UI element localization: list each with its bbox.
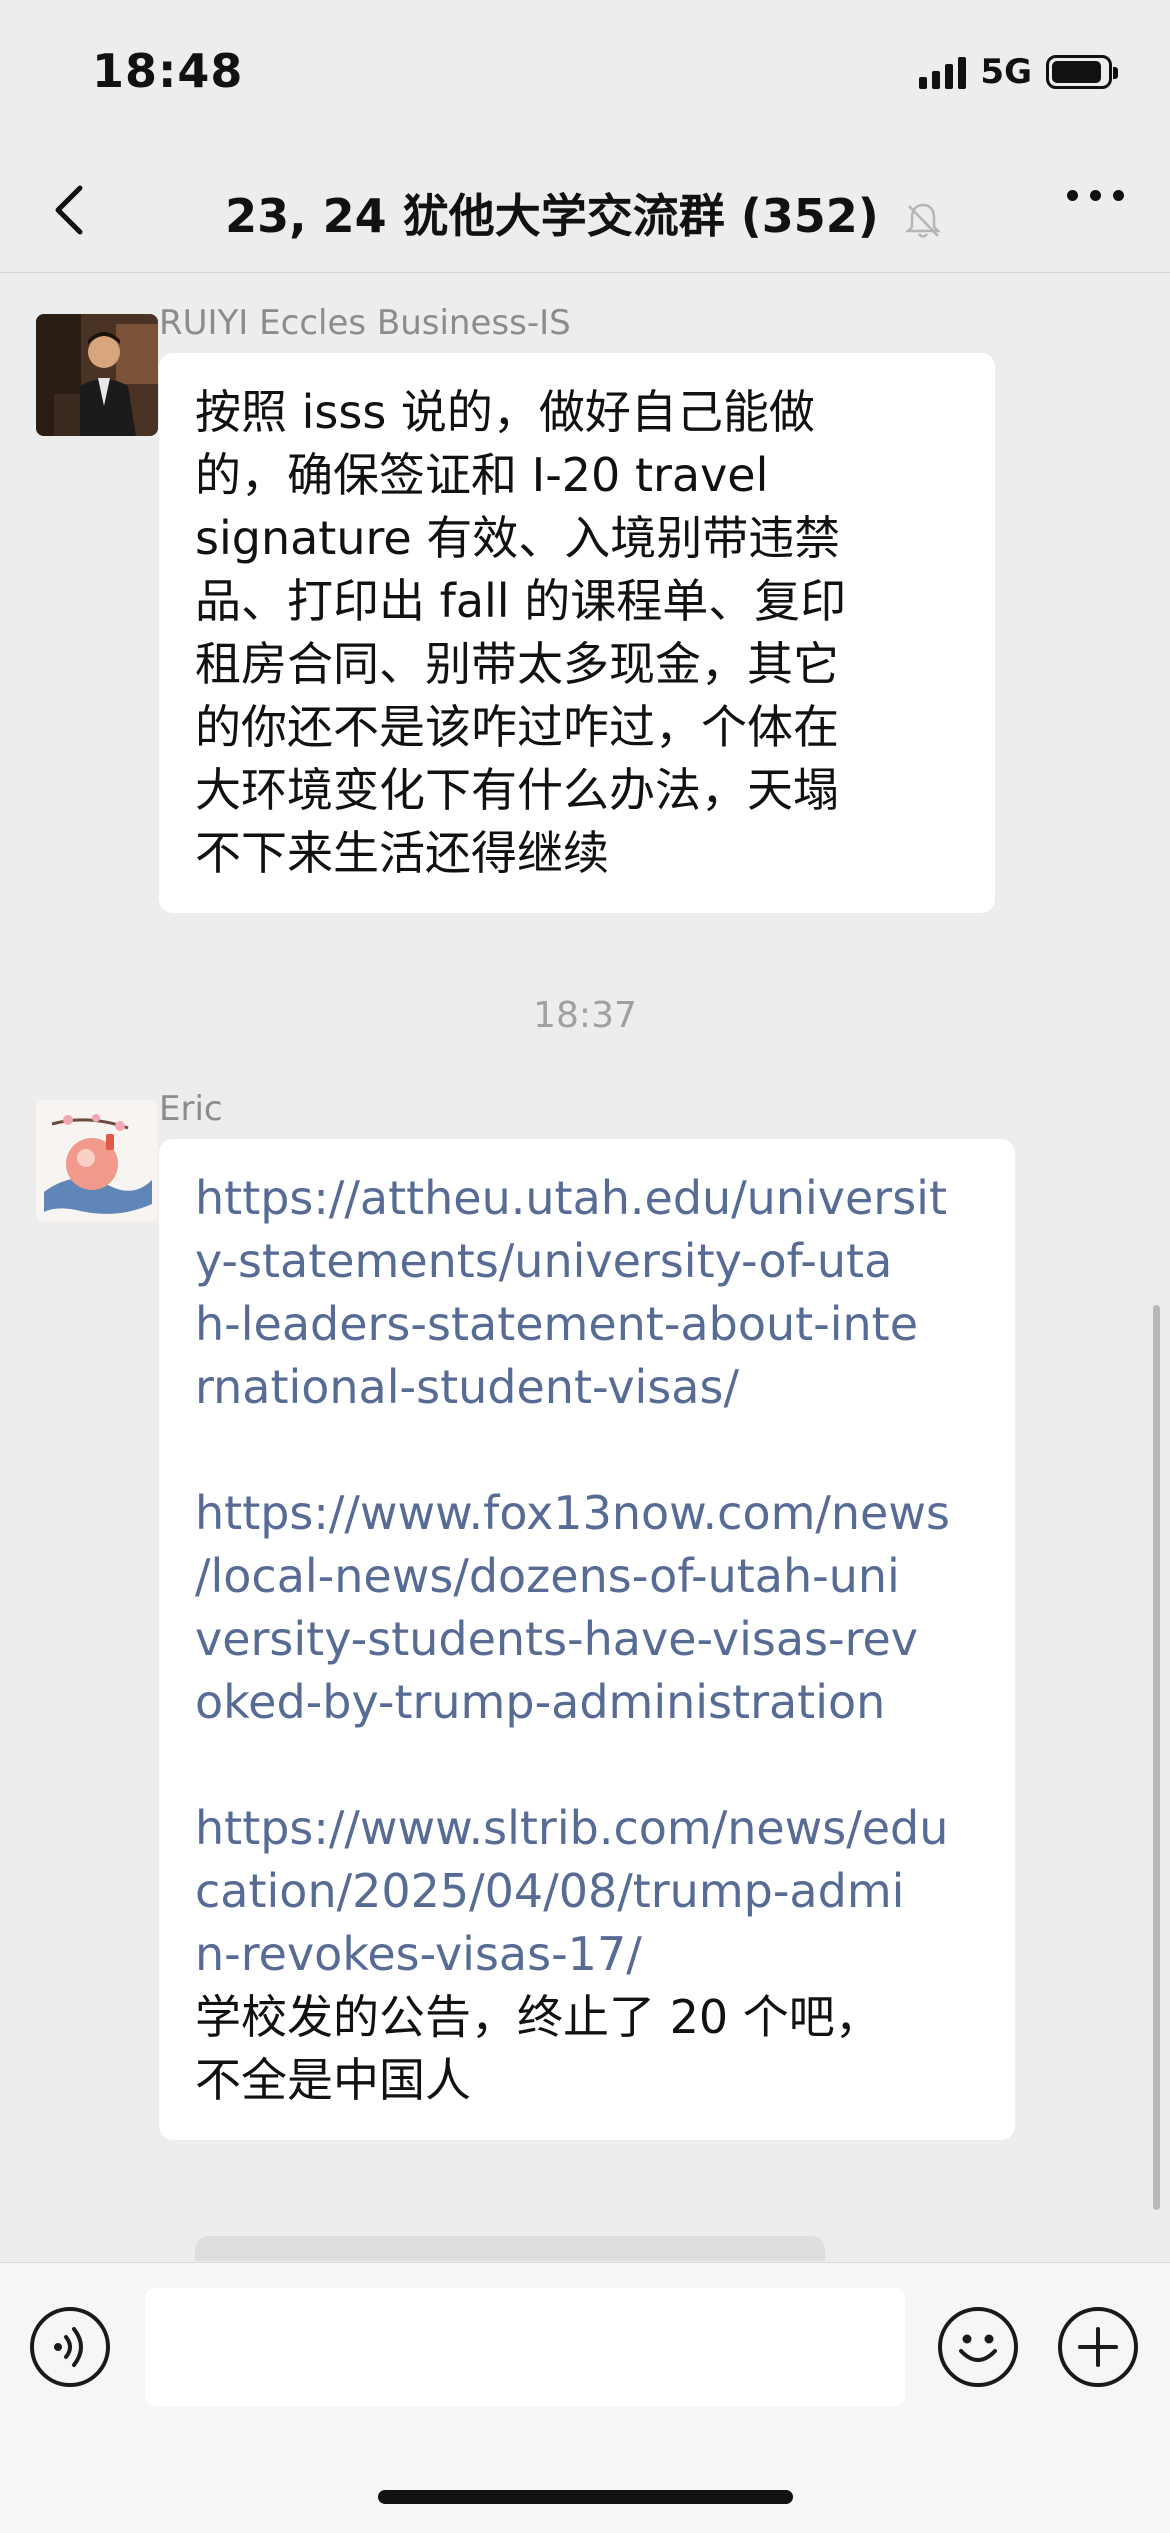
message-text-line: 大环境变化下有什么办法，天塌 — [195, 763, 839, 817]
network-type: 5G — [980, 52, 1032, 92]
message-text-line: 不下来生活还得继续 — [195, 826, 609, 880]
sender-name: Eric — [159, 1089, 223, 1129]
chat-title-wrap: 23, 24 犹他大学交流群 (352) — [0, 180, 1170, 246]
message-text-line: 品、打印出 fall 的课程单、复印 — [195, 574, 847, 628]
avatar[interactable] — [36, 314, 158, 436]
message-text-line: signature 有效、入境别带违禁 — [195, 511, 841, 565]
message-link[interactable]: /local-news/dozens-of-utah-uni — [195, 1545, 979, 1608]
bell-muted-icon — [904, 203, 941, 238]
message-link[interactable]: rnational-student-visas/ — [195, 1356, 979, 1419]
cellular-signal-icon — [919, 55, 967, 89]
emoji-button[interactable] — [938, 2307, 1018, 2387]
message-link[interactable]: y-statements/university-of-uta — [195, 1230, 979, 1293]
status-bar: 18:48 5G — [0, 0, 1170, 150]
plus-icon — [1078, 2327, 1118, 2367]
message-text-line: 学校发的公告，终止了 20 个吧， — [195, 1990, 881, 2044]
message-avatar-wrap — [36, 1100, 158, 1222]
message-text-line: 的，确保签证和 I-20 travel — [195, 448, 769, 502]
emoji-icon — [959, 2334, 997, 2362]
message-text-line: 按照 isss 说的，做好自己能做 — [195, 385, 815, 439]
more-options-button[interactable] — [1067, 190, 1124, 201]
more-dots-icon — [1067, 190, 1078, 201]
home-indicator[interactable] — [378, 2490, 793, 2504]
avatar[interactable] — [36, 1100, 158, 1222]
message-link[interactable]: cation/2025/04/08/trump-admi — [195, 1860, 979, 1923]
timestamp-divider: 18:37 — [533, 995, 637, 1036]
voice-input-button[interactable] — [30, 2307, 110, 2387]
voice-input-icon — [54, 2327, 83, 2367]
message-link[interactable]: versity-students-have-visas-rev — [195, 1608, 979, 1671]
message-link[interactable]: oked-by-trump-administration — [195, 1671, 979, 1734]
message-link[interactable]: https://www.fox13now.com/news — [195, 1482, 979, 1545]
message-link[interactable]: n-revokes-visas-17/ — [195, 1923, 979, 1986]
message-bubble[interactable]: https://attheu.utah.edu/universit y-stat… — [159, 1139, 1015, 2140]
message-link[interactable]: https://attheu.utah.edu/universit — [195, 1167, 979, 1230]
message-input[interactable] — [145, 2288, 905, 2406]
message-text-line: 租房合同、别带太多现金，其它 — [195, 637, 839, 691]
sender-name: RUIYI Eccles Business-IS — [159, 303, 571, 343]
message-avatar-wrap — [36, 314, 158, 436]
message-bubble[interactable]: 按照 isss 说的，做好自己能做 的，确保签证和 I-20 travel si… — [159, 353, 995, 913]
next-message-bubble-partial — [195, 2236, 825, 2261]
status-time: 18:48 — [92, 44, 244, 98]
chat-header: 23, 24 犹他大学交流群 (352) — [0, 150, 1170, 273]
chat-title: 23, 24 犹他大学交流群 (352) — [225, 189, 879, 243]
message-link[interactable]: h-leaders-statement-about-inte — [195, 1293, 979, 1356]
more-actions-button[interactable] — [1058, 2307, 1138, 2387]
message-link[interactable]: https://www.sltrib.com/news/edu — [195, 1797, 979, 1860]
chat-message-list[interactable]: RUIYI Eccles Business-IS 按照 isss 说的，做好自己… — [0, 273, 1170, 2261]
message-text-line: 的你还不是该咋过咋过，个体在 — [195, 700, 839, 754]
message-text-line: 不全是中国人 — [195, 2053, 471, 2107]
battery-icon — [1046, 55, 1118, 89]
status-indicators: 5G — [919, 52, 1118, 92]
scrollbar[interactable] — [1153, 1305, 1160, 2210]
